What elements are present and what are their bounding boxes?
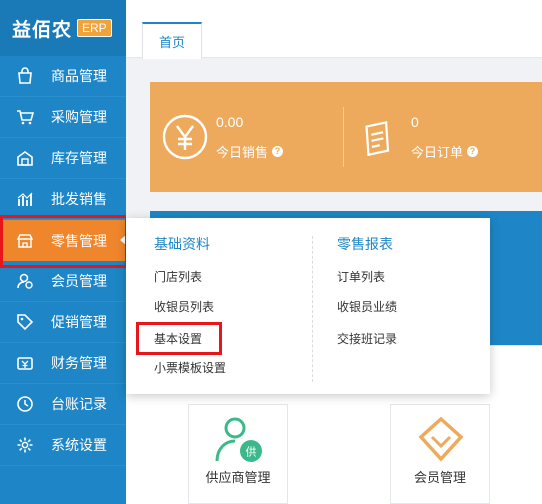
yen-icon	[162, 114, 208, 160]
stat-label: 今日销售	[216, 144, 269, 160]
finance-icon	[15, 353, 35, 373]
sidebar-item-inventory[interactable]: 库存管理	[0, 138, 126, 179]
stat-today-orders[interactable]: 0 今日订单?	[355, 82, 479, 192]
cart-icon	[15, 107, 35, 127]
tab-bar: 首页	[126, 0, 542, 59]
help-icon[interactable]: ?	[467, 145, 479, 157]
menu-group-title-basic: 基础资料	[154, 236, 210, 252]
sidebar-item-label: 库存管理	[51, 150, 107, 166]
shortcut-supplier[interactable]: 供 供应商管理	[188, 404, 288, 504]
erp-badge: ERP	[77, 19, 112, 37]
sidebar-item-label: 批发销售	[51, 191, 107, 207]
retail-dropdown-menu: 基础资料 门店列表 收银员列表 基本设置 小票模板设置 零售报表 订单列表 收银…	[126, 218, 490, 394]
sidebar-item-wholesale[interactable]: 批发销售	[0, 179, 126, 220]
stats-panel: 0.00 今日销售? 0 今日订单?	[150, 82, 542, 192]
chart-icon	[15, 189, 35, 209]
clock-icon	[15, 394, 35, 414]
menu-item-shift-records[interactable]: 交接班记录	[337, 330, 397, 347]
menu-item-cashier-performance[interactable]: 收银员业绩	[337, 298, 397, 315]
menu-group-title-reports: 零售报表	[337, 236, 393, 252]
sidebar-item-goods[interactable]: 商品管理	[0, 56, 126, 97]
sidebar-item-label: 系统设置	[51, 437, 107, 453]
menu-item-receipt-template[interactable]: 小票模板设置	[154, 359, 226, 376]
sidebar-item-label: 商品管理	[51, 68, 107, 84]
sidebar-item-label: 财务管理	[51, 355, 107, 371]
stat-value: 0.00	[216, 113, 244, 130]
stat-today-sales[interactable]: 0.00 今日销售?	[160, 82, 284, 192]
menu-item-order-list[interactable]: 订单列表	[337, 268, 385, 285]
diamond-icon	[418, 416, 464, 462]
sidebar-item-purchase[interactable]: 采购管理	[0, 97, 126, 138]
sidebar-item-finance[interactable]: 财务管理	[0, 343, 126, 384]
app-logo[interactable]: 益佰农 ERP	[0, 0, 126, 56]
sidebar-item-label: 台账记录	[51, 396, 107, 412]
shortcut-member[interactable]: 会员管理	[390, 404, 490, 504]
svg-text:供: 供	[246, 445, 257, 459]
sidebar-item-ledger[interactable]: 台账记录	[0, 384, 126, 425]
menu-item-store-list[interactable]: 门店列表	[154, 268, 202, 285]
warehouse-icon	[15, 148, 35, 168]
supplier-icon: 供	[215, 417, 262, 462]
tag-icon	[15, 312, 35, 332]
menu-divider	[312, 236, 313, 382]
sidebar-item-label: 会员管理	[51, 273, 107, 289]
sidebar-item-settings[interactable]: 系统设置	[0, 425, 126, 466]
stat-label: 今日订单	[411, 144, 464, 160]
member-icon	[15, 271, 35, 291]
clipboard-icon	[365, 121, 390, 157]
help-icon[interactable]: ?	[272, 145, 284, 157]
app-name: 益佰农	[12, 19, 73, 41]
sidebar-item-label: 促销管理	[51, 314, 107, 330]
highlight-box-retail	[0, 215, 128, 268]
menu-item-cashier-list[interactable]: 收银员列表	[154, 298, 214, 315]
card-label: 供应商管理	[205, 470, 271, 485]
gear-icon	[15, 435, 35, 455]
sidebar-item-promotion[interactable]: 促销管理	[0, 302, 126, 343]
stat-divider	[343, 107, 344, 167]
sidebar-item-label: 采购管理	[51, 109, 107, 125]
highlight-box-basic-settings	[136, 322, 222, 355]
stat-value: 0	[411, 113, 419, 130]
card-label: 会员管理	[413, 470, 466, 485]
tab-home[interactable]: 首页	[142, 22, 202, 59]
bag-icon	[15, 66, 35, 86]
